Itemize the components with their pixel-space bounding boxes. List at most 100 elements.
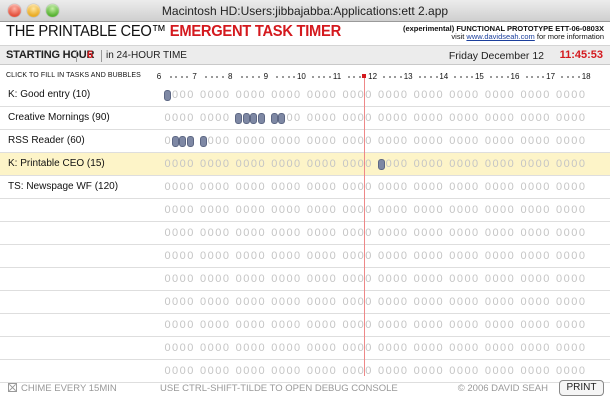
empty-bubble[interactable]: 0	[179, 205, 186, 216]
empty-bubble[interactable]: 0	[385, 90, 392, 101]
empty-bubble[interactable]: 0	[294, 159, 301, 170]
empty-bubble[interactable]: 0	[484, 205, 491, 216]
empty-bubble[interactable]: 0	[393, 159, 400, 170]
empty-bubble[interactable]: 0	[535, 113, 542, 124]
empty-bubble[interactable]: 0	[436, 274, 443, 285]
empty-bubble[interactable]: 0	[520, 90, 527, 101]
empty-bubble[interactable]: 0	[484, 136, 491, 147]
empty-bubble[interactable]: 0	[571, 113, 578, 124]
empty-bubble[interactable]: 0	[385, 297, 392, 308]
empty-bubble[interactable]: 0	[278, 297, 285, 308]
empty-bubble[interactable]: 0	[365, 343, 372, 354]
empty-bubble[interactable]: 0	[200, 320, 207, 331]
empty-bubble[interactable]: 0	[306, 251, 313, 262]
empty-bubble[interactable]: 0	[250, 205, 257, 216]
empty-bubble[interactable]: 0	[378, 320, 385, 331]
empty-bubble[interactable]: 0	[456, 136, 463, 147]
empty-bubble[interactable]: 0	[294, 297, 301, 308]
empty-bubble[interactable]: 0	[528, 274, 535, 285]
empty-bubble[interactable]: 0	[472, 274, 479, 285]
empty-bubble[interactable]: 0	[278, 205, 285, 216]
empty-bubble[interactable]: 0	[556, 205, 563, 216]
empty-bubble[interactable]: 0	[556, 320, 563, 331]
empty-bubble[interactable]: 0	[436, 205, 443, 216]
empty-bubble[interactable]: 0	[350, 90, 357, 101]
website-link[interactable]: www.davidseah.com	[466, 32, 534, 41]
empty-bubble[interactable]: 0	[342, 320, 349, 331]
empty-bubble[interactable]: 0	[535, 297, 542, 308]
empty-bubble[interactable]: 0	[350, 159, 357, 170]
empty-bubble[interactable]: 0	[421, 228, 428, 239]
empty-bubble[interactable]: 0	[413, 366, 420, 377]
empty-bubble[interactable]: 0	[528, 228, 535, 239]
empty-bubble[interactable]: 0	[535, 90, 542, 101]
empty-bubble[interactable]: 0	[342, 182, 349, 193]
empty-bubble[interactable]: 0	[342, 366, 349, 377]
empty-bubble[interactable]: 0	[571, 205, 578, 216]
empty-bubble[interactable]: 0	[258, 136, 265, 147]
empty-bubble[interactable]: 0	[456, 113, 463, 124]
empty-bubble[interactable]: 0	[243, 297, 250, 308]
empty-bubble[interactable]: 0	[492, 136, 499, 147]
empty-bubble[interactable]: 0	[492, 159, 499, 170]
empty-bubble[interactable]: 0	[207, 228, 214, 239]
empty-bubble[interactable]: 0	[520, 205, 527, 216]
task-name-field[interactable]: Creative Mornings (90)	[8, 112, 110, 123]
empty-bubble[interactable]: 0	[484, 90, 491, 101]
empty-bubble[interactable]: 0	[314, 136, 321, 147]
empty-bubble[interactable]: 0	[271, 320, 278, 331]
starting-hour-field[interactable]: 6	[87, 49, 93, 61]
empty-bubble[interactable]: 0	[492, 251, 499, 262]
empty-bubble[interactable]: 0	[250, 251, 257, 262]
empty-bubble[interactable]: 0	[172, 251, 179, 262]
empty-bubble[interactable]: 0	[342, 113, 349, 124]
empty-bubble[interactable]: 0	[571, 182, 578, 193]
empty-bubble[interactable]: 0	[164, 182, 171, 193]
empty-bubble[interactable]: 0	[492, 343, 499, 354]
empty-bubble[interactable]: 0	[179, 90, 186, 101]
empty-bubble[interactable]: 0	[464, 320, 471, 331]
empty-bubble[interactable]: 0	[294, 113, 301, 124]
empty-bubble[interactable]: 0	[322, 182, 329, 193]
empty-bubble[interactable]: 0	[428, 205, 435, 216]
empty-bubble[interactable]: 0	[464, 136, 471, 147]
empty-bubble[interactable]: 0	[535, 136, 542, 147]
empty-bubble[interactable]: 0	[378, 366, 385, 377]
empty-bubble[interactable]: 0	[286, 136, 293, 147]
empty-bubble[interactable]: 0	[314, 182, 321, 193]
empty-bubble[interactable]: 0	[472, 205, 479, 216]
empty-bubble[interactable]: 0	[187, 251, 194, 262]
empty-bubble[interactable]: 0	[235, 159, 242, 170]
empty-bubble[interactable]: 0	[507, 366, 514, 377]
empty-bubble[interactable]: 0	[322, 274, 329, 285]
empty-bubble[interactable]: 0	[258, 251, 265, 262]
empty-bubble[interactable]: 0	[393, 205, 400, 216]
empty-bubble[interactable]: 0	[350, 182, 357, 193]
empty-bubble[interactable]: 0	[322, 366, 329, 377]
empty-bubble[interactable]: 0	[449, 251, 456, 262]
empty-bubble[interactable]: 0	[413, 251, 420, 262]
empty-bubble[interactable]: 0	[306, 113, 313, 124]
filled-bubble[interactable]: 0	[242, 113, 250, 124]
empty-bubble[interactable]: 0	[207, 297, 214, 308]
empty-bubble[interactable]: 0	[207, 274, 214, 285]
empty-bubble[interactable]: 0	[294, 251, 301, 262]
empty-bubble[interactable]: 0	[278, 159, 285, 170]
empty-bubble[interactable]: 0	[563, 251, 570, 262]
empty-bubble[interactable]: 0	[350, 297, 357, 308]
empty-bubble[interactable]: 0	[187, 228, 194, 239]
empty-bubble[interactable]: 0	[187, 90, 194, 101]
empty-bubble[interactable]: 0	[578, 182, 585, 193]
empty-bubble[interactable]: 0	[484, 159, 491, 170]
empty-bubble[interactable]: 0	[535, 251, 542, 262]
empty-bubble[interactable]: 0	[500, 228, 507, 239]
empty-bubble[interactable]: 0	[507, 228, 514, 239]
empty-bubble[interactable]: 0	[243, 205, 250, 216]
empty-bubble[interactable]: 0	[164, 113, 171, 124]
empty-bubble[interactable]: 0	[507, 343, 514, 354]
empty-bubble[interactable]: 0	[207, 159, 214, 170]
empty-bubble[interactable]: 0	[365, 274, 372, 285]
empty-bubble[interactable]: 0	[456, 205, 463, 216]
empty-bubble[interactable]: 0	[428, 136, 435, 147]
empty-bubble[interactable]: 0	[464, 90, 471, 101]
